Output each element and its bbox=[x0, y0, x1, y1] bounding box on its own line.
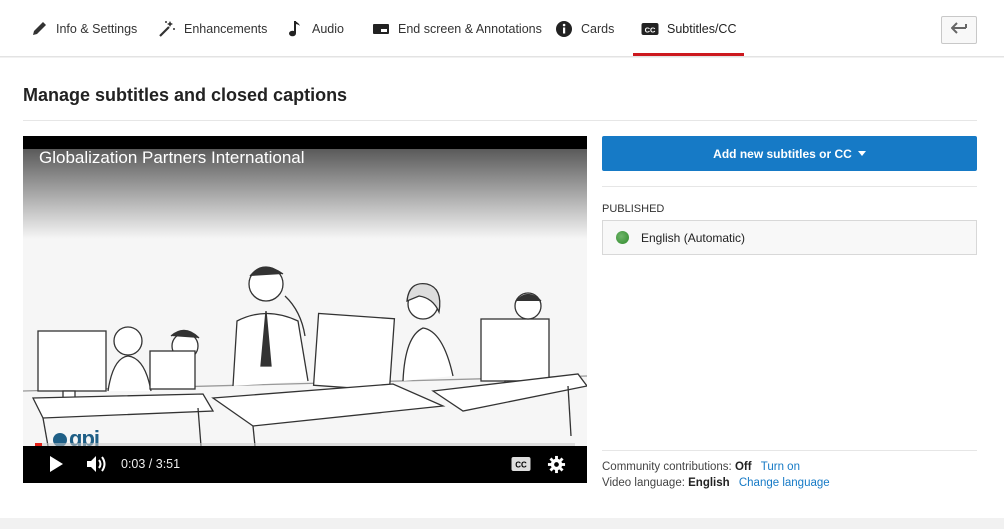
add-subtitles-label: Add new subtitles or CC bbox=[713, 146, 852, 161]
video-language-line: Video language: English Change language bbox=[602, 477, 830, 489]
divider bbox=[23, 120, 977, 121]
published-heading: PUBLISHED bbox=[602, 203, 665, 215]
volume-icon[interactable] bbox=[86, 455, 108, 473]
turn-on-link[interactable]: Turn on bbox=[761, 461, 800, 473]
tab-info-settings[interactable]: Info & Settings bbox=[30, 0, 137, 57]
tab-cards[interactable]: Cards bbox=[555, 0, 614, 57]
track-label: English (Automatic) bbox=[641, 230, 746, 245]
community-status: Off bbox=[734, 461, 752, 473]
music-note-icon bbox=[286, 20, 304, 38]
divider bbox=[602, 450, 977, 451]
page-title: Manage subtitles and closed captions bbox=[23, 85, 348, 105]
cc-icon[interactable]: CC bbox=[511, 456, 531, 472]
status-dot-icon bbox=[616, 231, 629, 244]
back-button[interactable] bbox=[941, 16, 977, 44]
time-display: 0:03 / 3:51 bbox=[121, 457, 181, 471]
svg-text:CC: CC bbox=[645, 25, 656, 34]
svg-text:CC: CC bbox=[515, 461, 527, 470]
tab-label: Subtitles/CC bbox=[667, 21, 737, 36]
tab-label: Audio bbox=[312, 21, 344, 36]
video-language-value: English bbox=[688, 477, 730, 489]
community-contributions-line: Community contributions: Off Turn on bbox=[602, 461, 800, 473]
video-title: Globalization Partners International bbox=[39, 148, 305, 167]
pencil-icon bbox=[30, 20, 48, 38]
main-panel: Manage subtitles and closed captions Glo… bbox=[0, 58, 1004, 518]
tab-label: Cards bbox=[581, 21, 615, 36]
magic-wand-icon bbox=[158, 20, 176, 38]
tab-end-screen-annotations[interactable]: End screen & Annotations bbox=[372, 0, 542, 57]
end-screen-icon bbox=[372, 20, 390, 38]
divider bbox=[602, 186, 977, 187]
tab-label: Enhancements bbox=[184, 21, 268, 36]
tab-enhancements[interactable]: Enhancements bbox=[158, 0, 267, 57]
track-row-english-automatic[interactable]: English (Automatic) bbox=[602, 220, 977, 255]
tab-label: Info & Settings bbox=[56, 21, 138, 36]
tab-bar: Info & Settings Enhancements Audio End s… bbox=[0, 0, 1004, 57]
add-subtitles-button[interactable]: Add new subtitles or CC bbox=[602, 136, 977, 171]
change-language-link[interactable]: Change language bbox=[739, 477, 830, 489]
player-controls: 0:03 / 3:51 CC bbox=[23, 446, 587, 483]
back-arrow-icon bbox=[950, 21, 967, 39]
chevron-down-icon bbox=[857, 151, 866, 156]
tab-label: End screen & Annotations bbox=[398, 21, 542, 36]
video-player[interactable]: Globalization Partners International gpi… bbox=[23, 136, 587, 483]
cc-icon: CC bbox=[641, 20, 659, 38]
settings-gear-icon[interactable] bbox=[547, 455, 566, 474]
play-icon[interactable] bbox=[48, 455, 64, 473]
tab-audio[interactable]: Audio bbox=[286, 0, 344, 57]
tab-subtitles-cc[interactable]: CC Subtitles/CC bbox=[632, 0, 746, 57]
info-icon bbox=[555, 20, 573, 38]
